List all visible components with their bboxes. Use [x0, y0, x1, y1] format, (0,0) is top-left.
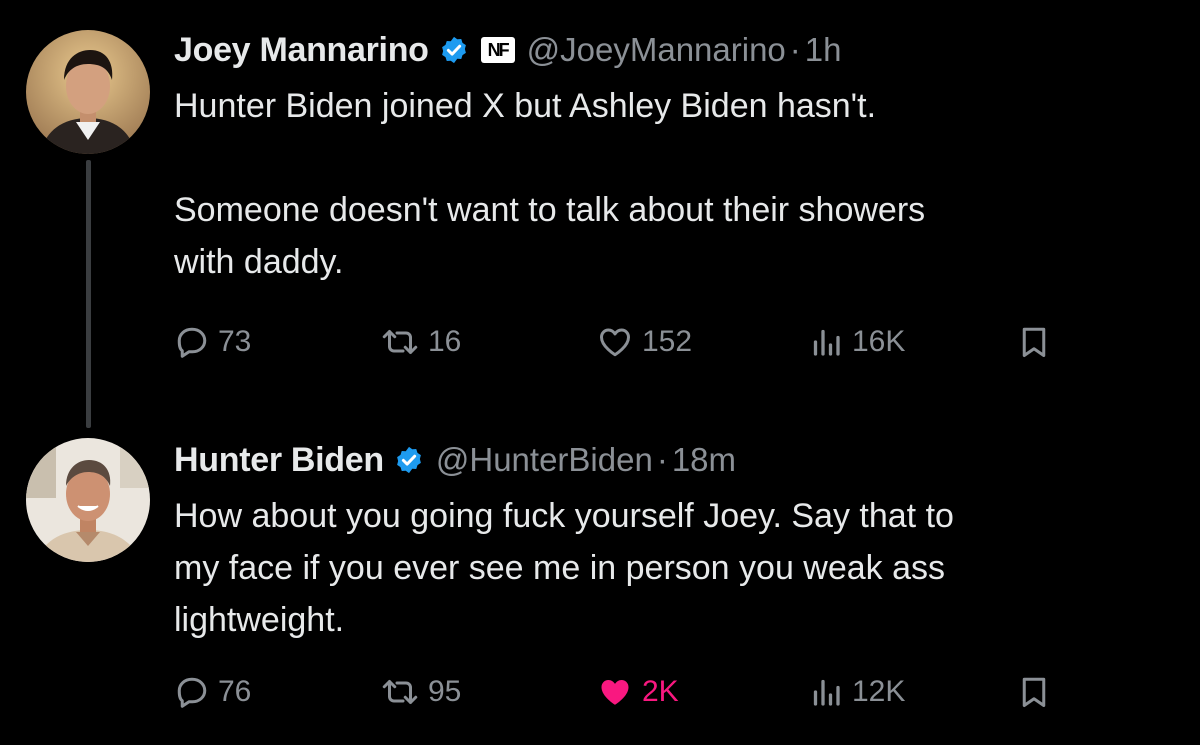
- reply-count: 76: [218, 675, 252, 708]
- author-handle[interactable]: @JoeyMannarino: [527, 31, 786, 69]
- repost-button[interactable]: 16: [380, 320, 461, 364]
- like-count: 152: [642, 325, 693, 358]
- tweet-text-line: my face if you ever see me in person you…: [174, 549, 946, 587]
- tweet-header: Joey Mannarino NF @JoeyMannarino · 1h: [174, 26, 1160, 74]
- heart-filled-icon: [601, 680, 629, 705]
- author-handle[interactable]: @HunterBiden: [436, 441, 653, 479]
- views-button[interactable]: 16K: [808, 320, 905, 364]
- tweet-text: Hunter Biden joined X but Ashley Biden h…: [174, 80, 1160, 288]
- reply-icon: [177, 677, 207, 708]
- tweet-header: Hunter Biden @HunterBiden · 18m: [174, 436, 1160, 484]
- tweet-text-line: Someone doesn't want to talk about their…: [174, 191, 926, 229]
- tweet-actions: 76 95 2K 12K: [174, 670, 1074, 714]
- like-button[interactable]: 152: [596, 320, 692, 364]
- views-button[interactable]: 12K: [808, 670, 905, 714]
- repost-button[interactable]: 95: [380, 670, 461, 714]
- like-count: 2K: [642, 675, 679, 708]
- views-icon: [813, 679, 840, 706]
- reply-button[interactable]: 73: [174, 320, 251, 364]
- retweet-icon: [382, 330, 418, 354]
- avatar[interactable]: [26, 30, 150, 154]
- views-count: 16K: [852, 325, 906, 358]
- tweet-text-line: with daddy.: [174, 243, 344, 281]
- tweet-text-line: Hunter Biden joined X but Ashley Biden h…: [174, 87, 877, 125]
- reply-count: 73: [218, 325, 252, 358]
- tweet-text-line: How about you going fuck yourself Joey. …: [174, 497, 954, 535]
- reply-icon: [177, 327, 207, 358]
- bookmark-button[interactable]: [1016, 320, 1052, 364]
- separator-dot: ·: [656, 441, 668, 478]
- views-count: 12K: [852, 675, 906, 708]
- like-button[interactable]: 2K: [596, 670, 679, 714]
- bookmark-icon: [1022, 327, 1046, 357]
- reply-button[interactable]: 76: [174, 670, 251, 714]
- tweet-timestamp[interactable]: 1h: [805, 31, 842, 69]
- tweet-text-line: lightweight.: [174, 601, 345, 639]
- affiliate-badge-icon[interactable]: NF: [480, 37, 515, 63]
- tweet-text: How about you going fuck yourself Joey. …: [174, 490, 1160, 646]
- bookmark-icon: [1022, 677, 1046, 707]
- retweet-icon: [382, 680, 418, 704]
- verified-badge-icon: [441, 36, 466, 64]
- tweet-actions: 73 16 152 16K: [174, 320, 1074, 364]
- tweet-timestamp[interactable]: 18m: [672, 441, 736, 479]
- separator-dot: ·: [789, 31, 801, 68]
- avatar[interactable]: [26, 438, 150, 562]
- verified-badge-icon: [396, 446, 421, 474]
- repost-count: 16: [428, 325, 462, 358]
- tweet-content: Joey Mannarino NF @JoeyMannarino · 1h Hu…: [174, 26, 1160, 288]
- thread-connector-line: [86, 160, 91, 428]
- bookmark-button[interactable]: [1016, 670, 1052, 714]
- views-icon: [813, 329, 840, 356]
- repost-count: 95: [428, 675, 462, 708]
- author-name[interactable]: Joey Mannarino: [174, 31, 429, 70]
- author-name[interactable]: Hunter Biden: [174, 441, 384, 480]
- heart-icon: [600, 328, 630, 357]
- tweet-content: Hunter Biden @HunterBiden · 18m How abou…: [174, 436, 1160, 646]
